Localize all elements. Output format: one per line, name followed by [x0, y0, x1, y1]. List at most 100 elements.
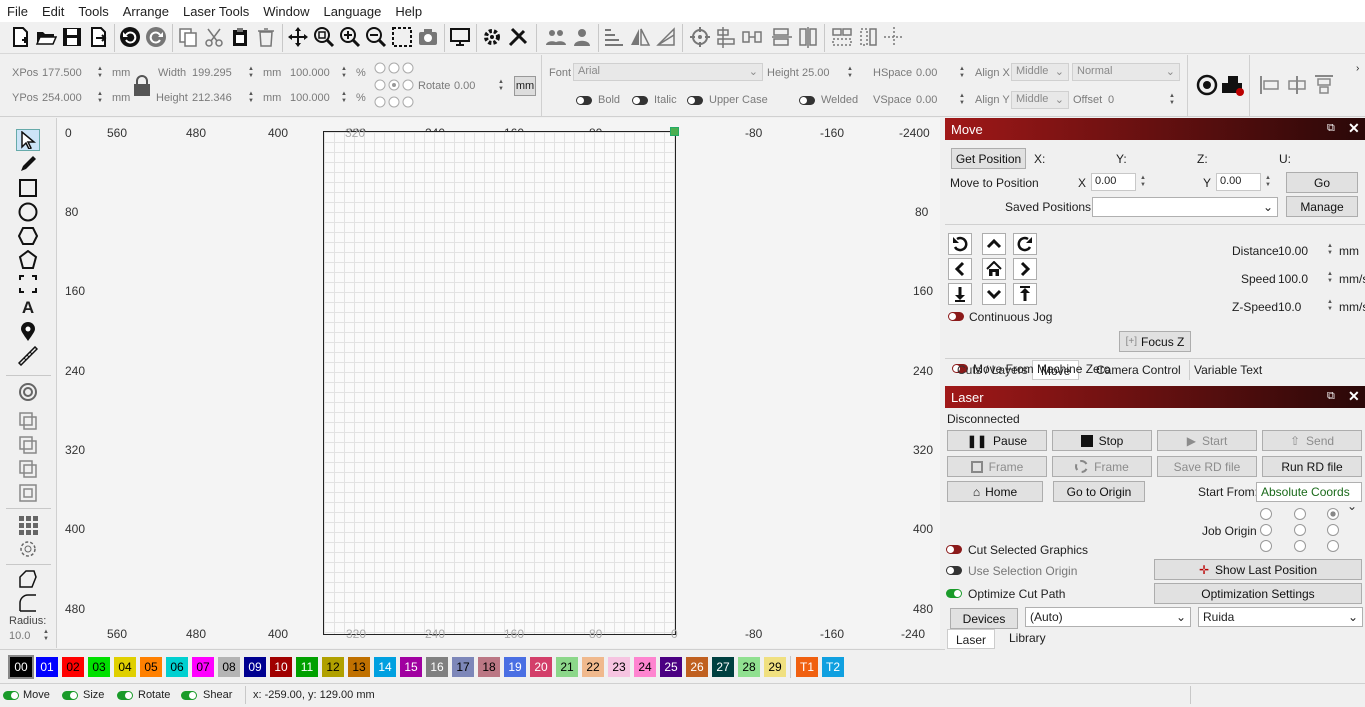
- distribute-icon[interactable]: [740, 25, 764, 49]
- job-origin-radio-tc[interactable]: [1294, 508, 1306, 520]
- rotate-field[interactable]: 0.00: [454, 80, 475, 92]
- z-down-jog-icon[interactable]: [948, 283, 972, 305]
- width-percent-field[interactable]: 100.000: [290, 67, 330, 79]
- palette-swatch-29[interactable]: 29: [764, 657, 786, 677]
- vspace-field[interactable]: 0.00: [916, 94, 937, 106]
- distance-field[interactable]: 10.00: [1278, 244, 1308, 258]
- monitor-icon[interactable]: [448, 25, 472, 49]
- menu-file[interactable]: File: [0, 4, 35, 19]
- palette-swatch-25[interactable]: 25: [660, 657, 682, 677]
- close-icon[interactable]: ✕: [1348, 120, 1360, 137]
- font-height-field[interactable]: 25.00: [802, 67, 830, 79]
- z-speed-field[interactable]: 10.0: [1278, 300, 1301, 314]
- palette-swatch-11[interactable]: 11: [296, 657, 318, 677]
- rotate-cw-jog-icon[interactable]: [1013, 233, 1037, 255]
- offset-shapes-icon[interactable]: [16, 381, 40, 403]
- jog-up-icon[interactable]: [982, 233, 1006, 255]
- align-left-icon[interactable]: [1258, 73, 1282, 100]
- job-origin-radio-tr[interactable]: [1327, 508, 1339, 520]
- spacing-icon[interactable]: [770, 25, 794, 49]
- pause-button[interactable]: ❚❚ Pause: [947, 430, 1047, 451]
- dock-icon[interactable]: [796, 25, 820, 49]
- start-button[interactable]: ▶ Start: [1157, 430, 1257, 451]
- polygon-tool-icon[interactable]: [16, 225, 40, 247]
- delete-icon[interactable]: [254, 25, 278, 49]
- laser-machine-icon[interactable]: [1220, 73, 1246, 100]
- menu-arrange[interactable]: Arrange: [116, 4, 176, 19]
- xpos-field[interactable]: 177.500: [42, 67, 82, 79]
- offset-field[interactable]: 0: [1108, 94, 1114, 106]
- import-icon[interactable]: [86, 25, 110, 49]
- manage-button[interactable]: Manage: [1286, 196, 1358, 217]
- measure-tool-icon[interactable]: [16, 345, 40, 367]
- palette-swatch-10[interactable]: 10: [270, 657, 292, 677]
- offset-spinner[interactable]: ▲ ▼: [1168, 93, 1176, 107]
- job-origin-radio-br[interactable]: [1327, 540, 1339, 552]
- palette-swatch-06[interactable]: 06: [166, 657, 188, 677]
- width-field[interactable]: 199.295: [192, 67, 232, 79]
- work-area-grid[interactable]: [323, 131, 676, 635]
- move-x-input[interactable]: 0.00: [1091, 173, 1136, 191]
- palette-swatch-28[interactable]: 28: [738, 657, 760, 677]
- speed-field[interactable]: 100.0: [1278, 272, 1308, 286]
- send-button[interactable]: ⇧ Send: [1262, 430, 1362, 451]
- select-frame-icon[interactable]: [390, 25, 414, 49]
- rotate-icon[interactable]: [654, 25, 678, 49]
- radius-field[interactable]: 10.0: [9, 630, 30, 642]
- move-y-spinner[interactable]: ▲ ▼: [1264, 175, 1272, 189]
- palette-swatch-22[interactable]: 22: [582, 657, 604, 677]
- controller-select[interactable]: Ruida ⌄: [1198, 607, 1363, 627]
- upper-case-toggle[interactable]: [687, 96, 703, 105]
- palette-swatch-17[interactable]: 17: [452, 657, 474, 677]
- camera-icon[interactable]: [416, 25, 440, 49]
- palette-swatch-16[interactable]: 16: [426, 657, 448, 677]
- align-center-icon[interactable]: [1285, 73, 1309, 100]
- go-button[interactable]: Go: [1286, 172, 1358, 193]
- zoom-out-icon[interactable]: [364, 25, 388, 49]
- job-origin-radio-bl[interactable]: [1260, 540, 1272, 552]
- palette-swatch-19[interactable]: 19: [504, 657, 526, 677]
- radius-spinner[interactable]: ▲ ▼: [42, 629, 50, 643]
- rotate-ccw-jog-icon[interactable]: [948, 233, 972, 255]
- palette-swatch-01[interactable]: 01: [36, 657, 58, 677]
- job-origin-radio-bc[interactable]: [1294, 540, 1306, 552]
- job-origin-radio-tl[interactable]: [1260, 508, 1272, 520]
- tab-laser[interactable]: Laser: [947, 629, 996, 649]
- palette-swatch-05[interactable]: 05: [140, 657, 162, 677]
- close-icon[interactable]: ✕: [1348, 388, 1360, 405]
- open-folder-icon[interactable]: [34, 25, 58, 49]
- cut-icon[interactable]: [202, 25, 226, 49]
- frame-button[interactable]: Frame: [947, 456, 1047, 477]
- z-up-jog-icon[interactable]: [1013, 283, 1037, 305]
- subtract-icon[interactable]: [16, 458, 40, 480]
- position-marker-icon[interactable]: [16, 321, 40, 343]
- height-percent-field[interactable]: 100.000: [290, 92, 330, 104]
- xpos-spinner[interactable]: ▲ ▼: [96, 66, 104, 80]
- palette-swatch-t2[interactable]: T2: [822, 657, 844, 677]
- palette-swatch-18[interactable]: 18: [478, 657, 500, 677]
- hspace-field[interactable]: 0.00: [916, 67, 937, 79]
- round-corners-icon[interactable]: [16, 592, 40, 614]
- speed-spinner[interactable]: ▲ ▼: [1326, 271, 1334, 285]
- palette-swatch-20[interactable]: 20: [530, 657, 552, 677]
- palette-swatch-14[interactable]: 14: [374, 657, 396, 677]
- align-icon[interactable]: [714, 25, 738, 49]
- palette-swatch-07[interactable]: 07: [192, 657, 214, 677]
- grid-array-icon[interactable]: [16, 514, 40, 536]
- menu-window[interactable]: Window: [256, 4, 316, 19]
- jog-right-icon[interactable]: [1013, 258, 1037, 280]
- palette-swatch-09[interactable]: 09: [244, 657, 266, 677]
- home-jog-icon[interactable]: [982, 258, 1006, 280]
- height-spinner[interactable]: ▲ ▼: [247, 91, 255, 105]
- float-window-icon[interactable]: ⧉: [1327, 390, 1335, 403]
- device-select[interactable]: (Auto) ⌄: [1025, 607, 1191, 627]
- palette-swatch-08[interactable]: 08: [218, 657, 240, 677]
- ypos-spinner[interactable]: ▲ ▼: [96, 91, 104, 105]
- move-status-toggle[interactable]: [3, 691, 19, 700]
- saved-positions-select[interactable]: ⌄: [1092, 197, 1278, 217]
- ypos-field[interactable]: 254.000: [42, 92, 82, 104]
- select-tool-icon[interactable]: [16, 129, 40, 151]
- align-x-select[interactable]: Middle ⌄: [1011, 63, 1069, 81]
- palette-swatch-03[interactable]: 03: [88, 657, 110, 677]
- optimization-settings-button[interactable]: Optimization Settings: [1154, 583, 1362, 604]
